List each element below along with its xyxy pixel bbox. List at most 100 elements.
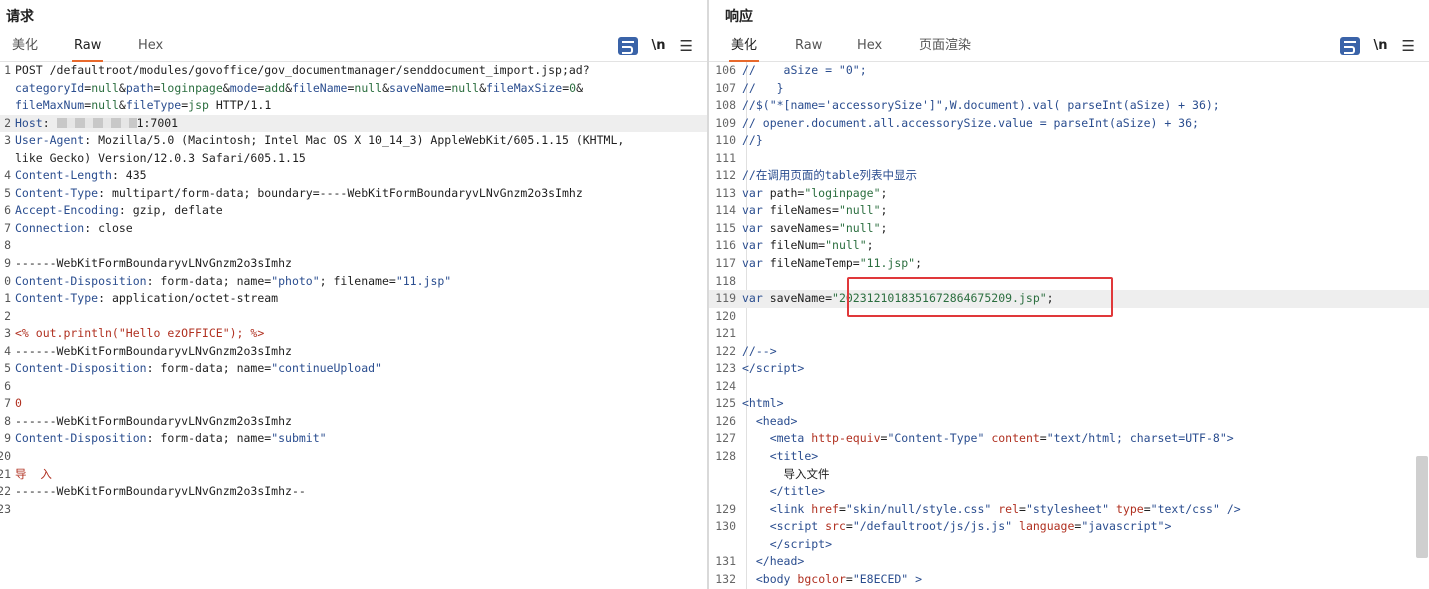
request-title: 请求	[6, 9, 34, 25]
line-number: 132	[715, 571, 736, 586]
response-code-line: 126 <head>	[709, 413, 1429, 431]
response-scrollbar[interactable]	[1416, 456, 1428, 558]
line-number: 8	[4, 413, 11, 428]
newline-toggle-icon[interactable]: \n	[652, 38, 666, 53]
request-code-line: fileMaxNum=null&fileType=jsp HTTP/1.1	[0, 97, 707, 115]
code-text: <html>	[742, 396, 784, 411]
code-text: var saveName="2023121018351672864675209.…	[742, 291, 1054, 306]
line-number: 20	[0, 449, 11, 464]
response-tab-hex[interactable]: Hex	[855, 35, 884, 60]
line-number: 111	[715, 150, 736, 165]
request-code-line: 9 ------WebKitFormBoundaryvLNvGnzm2o3sImh…	[0, 255, 707, 273]
request-code-line: categoryId=null&path=loginpage&mode=add&…	[0, 80, 707, 98]
request-tab-pretty[interactable]: 美化	[10, 35, 40, 60]
code-text: User-Agent: Mozilla/5.0 (Macintosh; Inte…	[15, 133, 625, 148]
line-number: 131	[715, 554, 736, 569]
response-tab-render[interactable]: 页面渲染	[917, 35, 973, 60]
code-text: <title>	[769, 449, 819, 464]
request-code-line: 5 Content-Disposition: form-data; name="c…	[0, 360, 707, 378]
response-tab-pretty[interactable]: 美化	[729, 35, 760, 62]
code-text: var fileNameTemp="11.jsp";	[742, 256, 923, 271]
request-code-line: 20	[0, 448, 707, 466]
code-text: Content-Disposition: form-data; name="co…	[15, 361, 382, 376]
code-text: //-->	[742, 343, 777, 358]
menu-icon[interactable]: ☰	[680, 37, 693, 55]
request-editor[interactable]: 1 POST /defaultroot/modules/govoffice/gov…	[0, 62, 707, 518]
code-text: <link href="skin/null/style.css" rel="st…	[769, 501, 1241, 516]
code-text: //在调用页面的table列表中显示	[742, 168, 917, 183]
code-text: //$("*[name='accessorySize']",W.document…	[742, 98, 1220, 113]
code-text: </head>	[755, 554, 805, 569]
response-code-line: 128 <title>	[709, 448, 1429, 466]
request-code-line: 7 Connection: close	[0, 220, 707, 238]
line-number: 22	[0, 484, 11, 499]
request-code-line: 8	[0, 237, 707, 255]
request-code-line: 2	[0, 308, 707, 326]
response-tab-raw[interactable]: Raw	[793, 35, 824, 60]
request-toolbar: \n ☰	[617, 33, 693, 58]
code-text: ------WebKitFormBoundaryvLNvGnzm2o3sImhz	[15, 256, 292, 271]
line-number: 113	[715, 185, 736, 200]
line-number: 125	[715, 396, 736, 411]
response-code-line: 106 // aSize = "0";	[709, 62, 1429, 80]
response-code-line: 120	[709, 308, 1429, 326]
response-code-line: 118	[709, 273, 1429, 291]
line-number: 2	[4, 115, 11, 130]
response-code-line: 116 var fileNum="null";	[709, 237, 1429, 255]
line-number: 128	[715, 449, 736, 464]
code-text: 导入文件	[742, 466, 830, 481]
response-code-line: 119 var saveName="20231210183516728646752…	[709, 290, 1429, 308]
line-number: 120	[715, 308, 736, 323]
response-code-line: 107 // }	[709, 80, 1429, 98]
request-code-line: 2 Host: 1:7001	[0, 114, 707, 133]
code-text: Content-Type: application/octet-stream	[15, 291, 279, 306]
code-text: ------WebKitFormBoundaryvLNvGnzm2o3sImhz	[15, 343, 292, 358]
code-text: 导 入	[15, 466, 52, 481]
code-text: ------WebKitFormBoundaryvLNvGnzm2o3sImhz	[15, 413, 292, 428]
code-text: </title>	[769, 484, 826, 499]
code-text: Content-Length: 435	[15, 168, 147, 183]
code-text: categoryId=null&path=loginpage&mode=add&…	[15, 80, 583, 95]
request-code-line: 4 ------WebKitFormBoundaryvLNvGnzm2o3sImh…	[0, 343, 707, 361]
request-code-line: 8 ------WebKitFormBoundaryvLNvGnzm2o3sImh…	[0, 413, 707, 431]
line-number: 119	[715, 291, 736, 306]
code-text: // aSize = "0";	[742, 63, 867, 77]
code-text: // opener.document.all.accessorySize.val…	[742, 115, 1199, 130]
line-number: 115	[715, 220, 736, 235]
line-number: 121	[715, 326, 736, 341]
code-text: 0	[15, 396, 22, 411]
code-text: fileMaxNum=null&fileType=jsp HTTP/1.1	[15, 98, 272, 113]
redacted-host	[56, 118, 137, 129]
menu-icon[interactable]: ☰	[1402, 37, 1415, 55]
request-tab-raw[interactable]: Raw	[72, 35, 104, 62]
line-number: 123	[715, 361, 736, 376]
response-code-line: 129 <link href="skin/null/style.css" rel…	[709, 501, 1429, 519]
line-number: 23	[0, 501, 11, 516]
response-editor[interactable]: 106 // aSize = "0"; 107 // } 108 //$("*[name=…	[709, 62, 1429, 588]
request-code-line: 1 POST /defaultroot/modules/govoffice/gov…	[0, 62, 707, 80]
wrap-lines-icon[interactable]	[617, 36, 638, 55]
wrap-lines-icon[interactable]	[1339, 36, 1360, 55]
request-code-line: 4 Content-Length: 435	[0, 167, 707, 185]
request-tab-hex[interactable]: Hex	[136, 35, 165, 60]
code-text: Content-Disposition: form-data; name="su…	[15, 431, 327, 446]
code-text: var saveNames="null";	[742, 220, 888, 235]
request-code-line: 6 Accept-Encoding: gzip, deflate	[0, 202, 707, 220]
code-text: <script src="/defaultroot/js/js.js" lang…	[769, 519, 1172, 534]
code-text: POST /defaultroot/modules/govoffice/gov_…	[15, 63, 590, 77]
code-text: <head>	[755, 413, 798, 428]
newline-toggle-icon[interactable]: \n	[1374, 38, 1388, 53]
response-code-line: 127 <meta http-equiv="Content-Type" cont…	[709, 430, 1429, 448]
response-code-line: 111	[709, 150, 1429, 168]
request-code-line: 23	[0, 501, 707, 519]
code-text: var path="loginpage";	[742, 185, 888, 200]
response-toolbar: \n ☰	[1339, 33, 1415, 58]
line-number: 126	[715, 413, 736, 428]
code-text: <meta http-equiv="Content-Type" content=…	[769, 431, 1234, 446]
request-code-line: 9 Content-Disposition: form-data; name="s…	[0, 430, 707, 448]
line-number: 4	[4, 168, 11, 183]
line-number: 6	[4, 203, 11, 218]
line-number: 8	[4, 238, 11, 253]
line-number: 116	[715, 238, 736, 253]
line-number: 110	[715, 133, 736, 148]
